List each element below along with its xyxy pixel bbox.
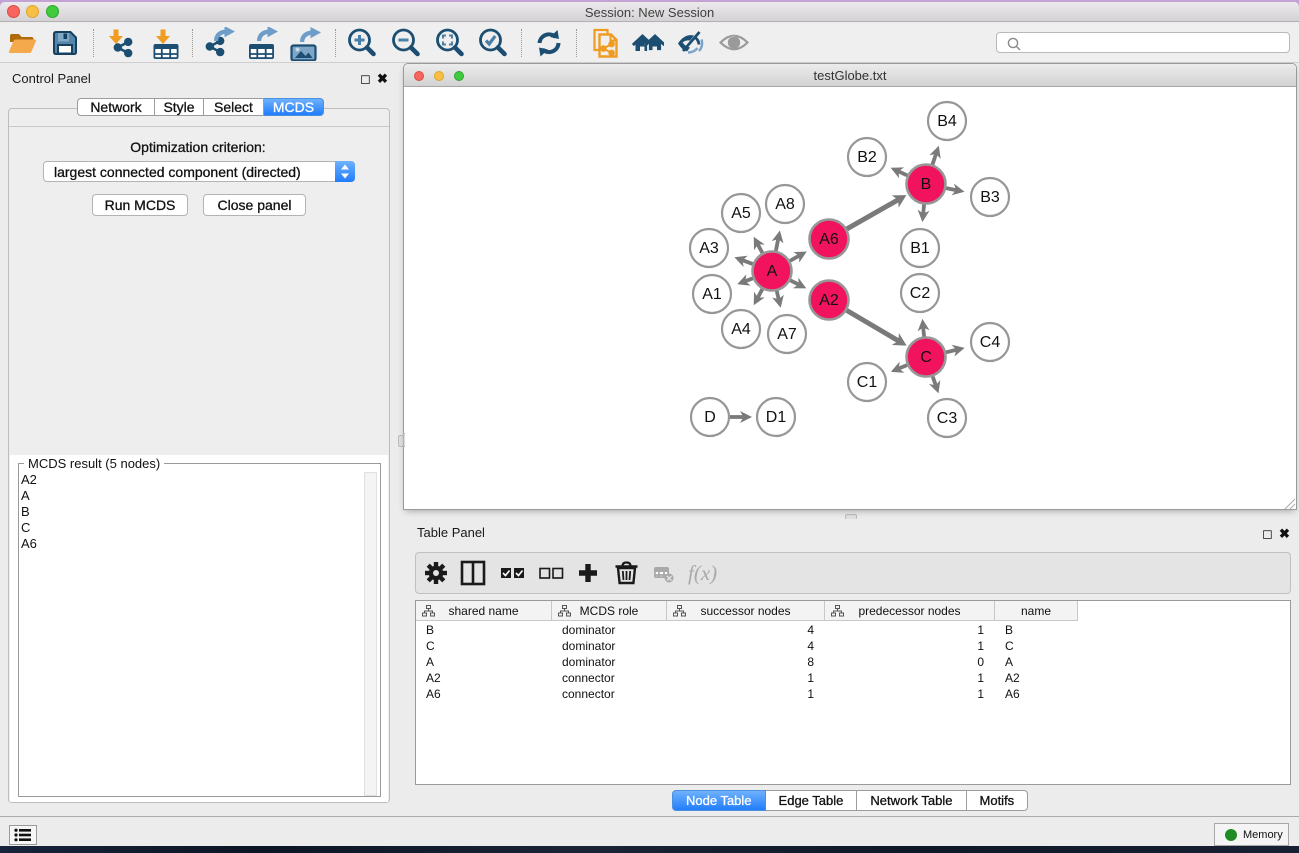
svg-text:B4: B4: [937, 113, 957, 130]
svg-text:A8: A8: [775, 196, 795, 213]
svg-text:A3: A3: [699, 240, 719, 257]
svg-text:A2: A2: [819, 292, 839, 309]
svg-text:C3: C3: [937, 410, 958, 427]
svg-text:A4: A4: [731, 321, 751, 338]
svg-text:D: D: [704, 409, 716, 426]
svg-text:B: B: [921, 176, 932, 193]
svg-text:B1: B1: [910, 240, 930, 257]
svg-text:A1: A1: [702, 286, 722, 303]
svg-text:C4: C4: [980, 334, 1001, 351]
svg-text:A5: A5: [731, 205, 751, 222]
svg-text:B2: B2: [857, 149, 877, 166]
svg-text:A: A: [767, 263, 778, 280]
svg-text:f(x): f(x): [688, 561, 717, 585]
svg-text:D1: D1: [766, 409, 787, 426]
svg-text:C2: C2: [910, 285, 931, 302]
svg-text:A6: A6: [819, 231, 839, 248]
svg-text:A7: A7: [777, 326, 797, 343]
svg-text:C1: C1: [857, 374, 878, 391]
svg-text:C: C: [920, 349, 932, 366]
svg-text:B3: B3: [980, 189, 1000, 206]
